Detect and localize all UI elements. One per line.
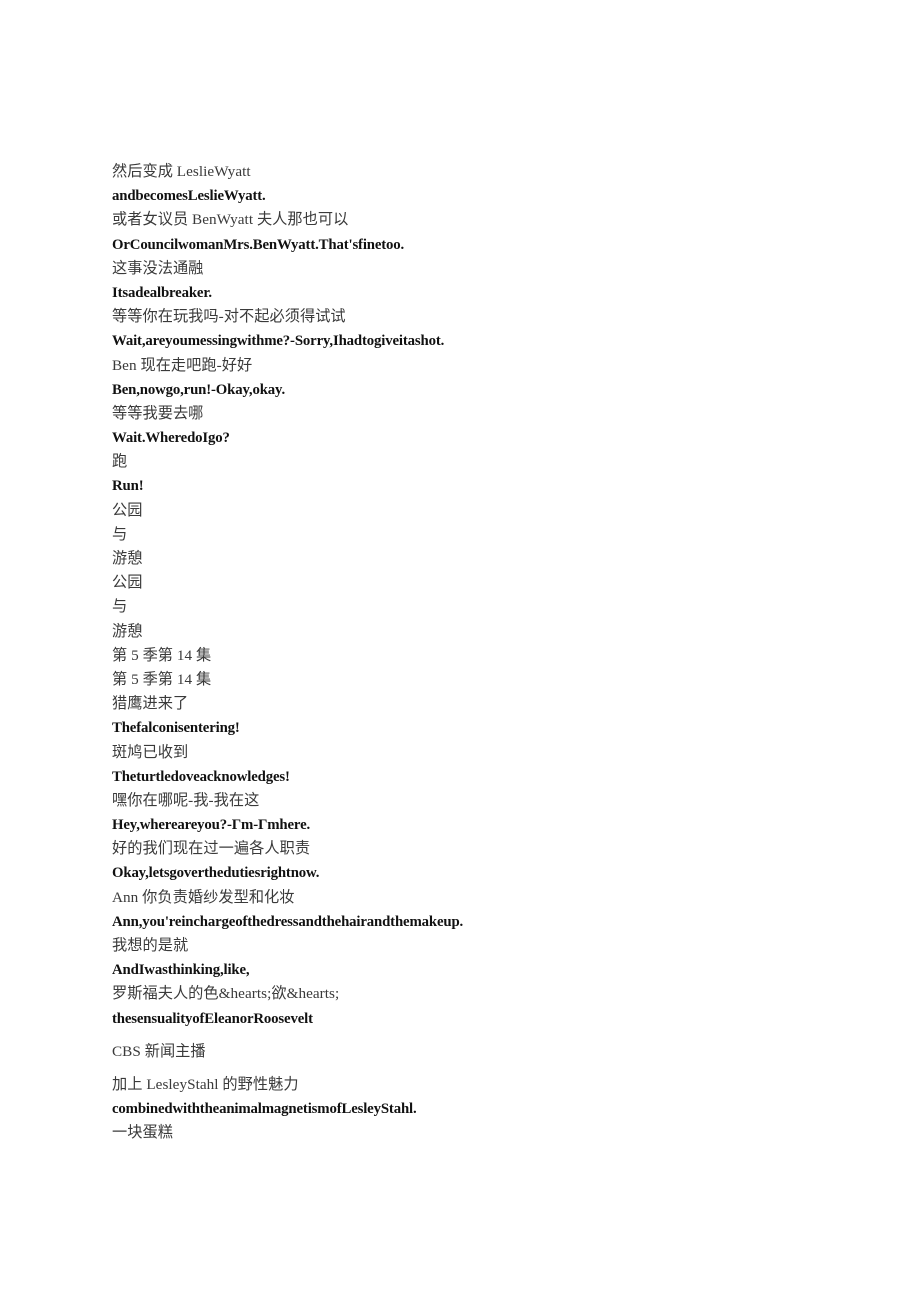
transcript-line: AndIwasthinking,like, xyxy=(112,962,250,979)
transcript-line: 跑 xyxy=(112,453,128,471)
transcript-line: CBS 新闻主播 xyxy=(112,1042,206,1060)
transcript-line: 好的我们现在过一遍各人职责 xyxy=(112,840,311,858)
transcript-line: 罗斯福夫人的色&hearts;欲&hearts; xyxy=(112,985,340,1003)
transcript-line: Okay,letsgoverthedutiesrightnow. xyxy=(112,865,320,882)
transcript-line: 第 5 季第 14 集 xyxy=(112,670,212,688)
transcript-line: thesensualityofEleanorRoosevelt xyxy=(112,1010,313,1027)
transcript-line: Wait.WheredoIgo? xyxy=(112,430,230,447)
subtitle-transcript: 然后变成 LeslieWyatt andbecomesLeslieWyatt. 或者… xyxy=(112,160,872,1146)
transcript-line: 等等你在玩我吗-对不起必须得试试 xyxy=(112,308,346,326)
document-page: 然后变成 LeslieWyatt andbecomesLeslieWyatt. 或者… xyxy=(0,0,920,1301)
transcript-line: 或者女议员 BenWyatt 夫人那也可以 xyxy=(112,211,349,229)
transcript-line: Thefalconisentering! xyxy=(112,720,240,737)
transcript-line: Ann,you'reinchargeofthedressandthehairan… xyxy=(112,913,464,930)
transcript-line: 游憩 xyxy=(112,550,143,567)
transcript-line: andbecomesLeslieWyatt. xyxy=(112,188,266,205)
transcript-line: combinedwiththeanimalmagnetismofLesleySt… xyxy=(112,1101,417,1118)
transcript-line: 这事没法通融 xyxy=(112,259,204,277)
transcript-line: Ben,nowgo,run!-Okay,okay. xyxy=(112,381,286,398)
transcript-line: 游憩 xyxy=(112,622,143,640)
transcript-line: 与 xyxy=(112,525,128,543)
transcript-line: Wait,areyoumessingwithme?-Sorry,Ihadtogi… xyxy=(112,333,445,350)
transcript-line: Hey,whereareyou?-Γm-Γmhere. xyxy=(112,817,311,834)
transcript-line: 第 5 季第 14 集 xyxy=(112,646,212,664)
transcript-line: OrCouncilwomanMrs.BenWyatt.That'sfinetoo… xyxy=(112,236,405,253)
transcript-line: Itsadealbreaker. xyxy=(112,284,212,301)
transcript-line: 斑鸠已收到 xyxy=(112,743,189,761)
transcript-line: 公园 xyxy=(112,574,143,592)
transcript-line: 我想的是就 xyxy=(112,937,189,954)
transcript-line: 嘿你在哪呢-我-我在这 xyxy=(112,791,260,809)
transcript-line: 与 xyxy=(112,598,128,616)
transcript-line: 一块蛋糕 xyxy=(112,1124,173,1142)
transcript-line: Ben 现在走吧跑-好好 xyxy=(112,356,253,374)
transcript-line: 等等我要去哪 xyxy=(112,404,204,422)
transcript-line: Ann 你负责婚纱发型和化妆 xyxy=(112,888,295,906)
transcript-line: 公园 xyxy=(112,501,143,519)
transcript-line: 加上 LesleyStahl 的野性魅力 xyxy=(112,1075,299,1093)
transcript-line: 猎鹰进来了 xyxy=(112,695,189,713)
transcript-line: Theturtledoveacknowledges! xyxy=(112,768,290,785)
transcript-line: Run! xyxy=(112,478,144,495)
transcript-line: 然后变成 LeslieWyatt xyxy=(112,163,251,180)
